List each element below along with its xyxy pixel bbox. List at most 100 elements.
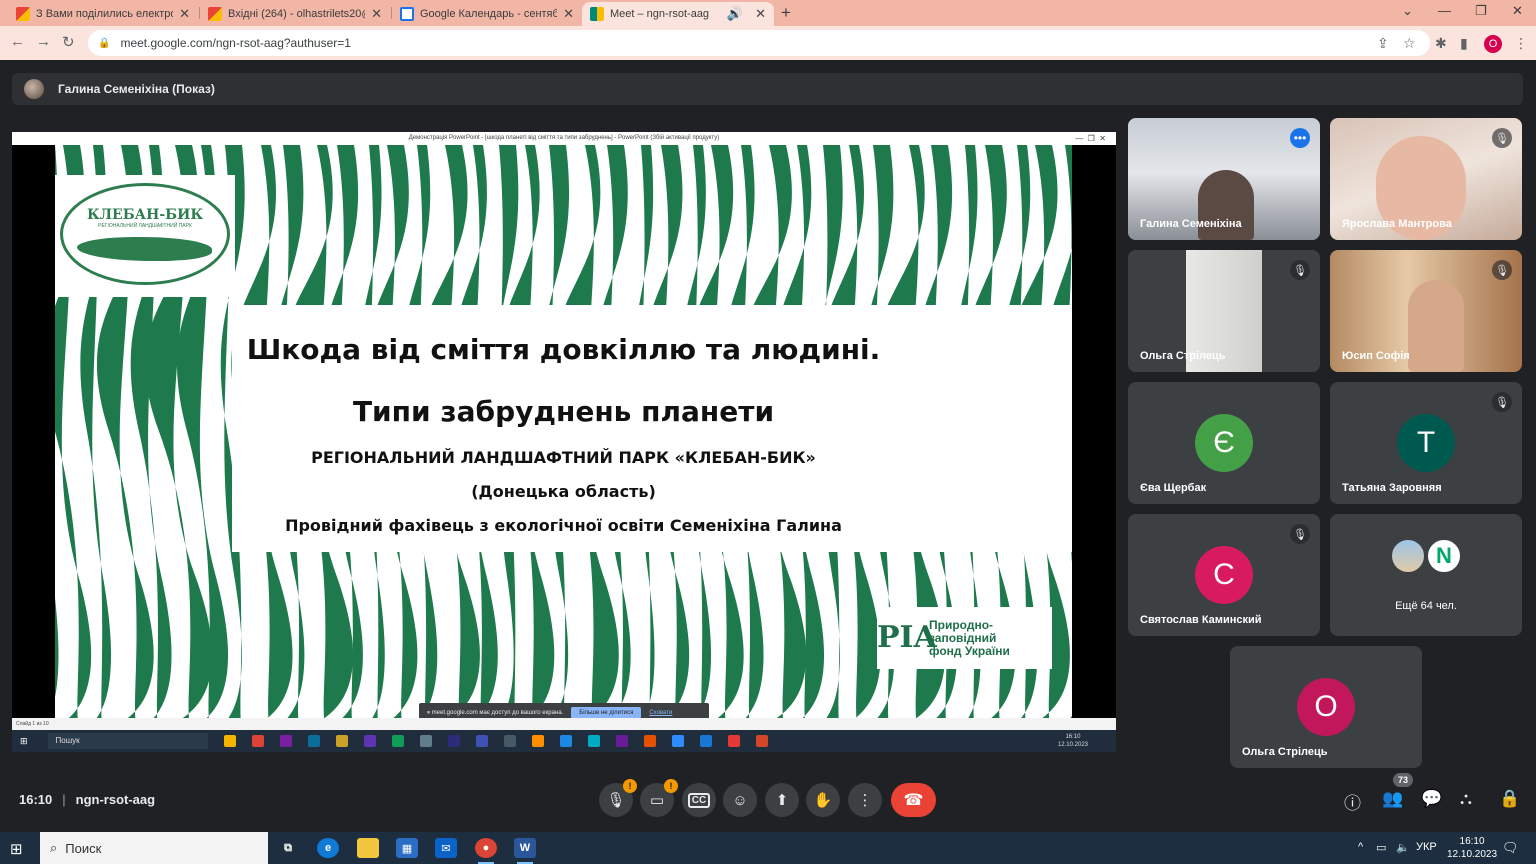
extensions-icon[interactable]: ✱ bbox=[1435, 35, 1447, 52]
chrome-menu-icon[interactable]: ⋮ bbox=[1514, 35, 1528, 52]
others-avatar-photo bbox=[1390, 538, 1426, 574]
chrome-icon[interactable]: ● bbox=[475, 838, 497, 864]
participant-tile[interactable]: ••• Галина Семеніхіна bbox=[1128, 118, 1320, 240]
mail-icon[interactable]: ✉ bbox=[435, 838, 457, 858]
share-icon[interactable]: ⇪ bbox=[1377, 35, 1389, 52]
tray-chevron-icon[interactable]: ^ bbox=[1358, 841, 1363, 853]
park-logo: КЛЕБАН-БИК РЕГІОНАЛЬНИЙ ЛАНДШАФТНИЙ ПАРК bbox=[55, 175, 235, 297]
participants-count-badge: 73 bbox=[1393, 773, 1414, 787]
tab-search-icon[interactable]: ⌄ bbox=[1402, 3, 1413, 19]
restore-button[interactable]: ❐ bbox=[1475, 3, 1487, 19]
shared-premiere-icon bbox=[447, 735, 460, 747]
tab-title: Вхідні (264) - olhastrilets20@gm bbox=[228, 8, 365, 20]
taskbar-clock[interactable]: 16:10 12.10.2023 bbox=[1447, 835, 1497, 861]
shared-clock: 16:10 12.10.2023 bbox=[1058, 733, 1088, 749]
url-text: meet.google.com/ngn-rsot-aag?authuser=1 bbox=[120, 36, 351, 50]
task-view-icon[interactable]: ⧉ bbox=[277, 838, 299, 858]
raise-hand-button[interactable]: ✋ bbox=[806, 783, 840, 817]
taskbar-time: 16:10 bbox=[1459, 836, 1485, 847]
windows-start-icon[interactable]: ⊞ bbox=[10, 840, 23, 858]
hide-notice-link[interactable]: Сховати bbox=[649, 710, 672, 716]
others-tile[interactable]: N Ещё 64 чел. bbox=[1330, 514, 1522, 636]
shared-app-icon bbox=[559, 735, 572, 747]
close-tab-icon[interactable]: ✕ bbox=[563, 6, 574, 22]
close-tab-icon[interactable]: ✕ bbox=[371, 6, 382, 22]
present-screen-button[interactable]: ⬆ bbox=[765, 783, 799, 817]
speaker-icon[interactable]: 🔊 bbox=[727, 6, 743, 22]
shared-screen: Демонстрація PowerPoint - [шкода планеті… bbox=[12, 132, 1116, 752]
mic-off-icon: 🎙 bbox=[1290, 260, 1310, 280]
browser-tab-gmail-inbox[interactable]: Вхідні (264) - olhastrilets20@gm ✕ bbox=[200, 2, 390, 26]
taskbar-search[interactable]: ⌕ Поиск bbox=[40, 832, 268, 864]
logo-oval bbox=[60, 183, 230, 285]
people-icon[interactable]: 👥 bbox=[1382, 789, 1403, 809]
notifications-icon[interactable]: 🗨 bbox=[1502, 840, 1519, 856]
more-options-icon[interactable]: ••• bbox=[1290, 128, 1310, 148]
participant-tile[interactable]: Т 🎙 Татьяна Заровняя bbox=[1330, 382, 1522, 504]
presentation-slide: КЛЕБАН-БИК РЕГІОНАЛЬНИЙ ЛАНДШАФТНИЙ ПАРК… bbox=[55, 145, 1072, 718]
activities-icon[interactable]: ⛬ bbox=[1460, 789, 1472, 809]
participant-tile[interactable]: 🎙 Юсип Софія bbox=[1330, 250, 1522, 372]
calendar-icon bbox=[400, 7, 414, 21]
participant-name: Татьяна Заровняя bbox=[1342, 482, 1442, 494]
leave-call-button[interactable]: ☎ bbox=[891, 783, 936, 817]
shared-app-icon bbox=[503, 735, 516, 747]
captions-button[interactable]: CC bbox=[682, 783, 716, 817]
network-icon[interactable]: ▭ bbox=[1376, 841, 1386, 854]
profile-avatar[interactable]: O bbox=[1484, 35, 1502, 53]
shared-app-icon bbox=[307, 735, 320, 747]
word-icon[interactable]: W bbox=[514, 838, 536, 864]
browser-tab-gmail-shared[interactable]: З Вами поділились електронною ✕ bbox=[8, 2, 198, 26]
microphone-button[interactable]: 🎙 ! bbox=[599, 779, 637, 817]
shared-app-icon bbox=[475, 735, 488, 747]
camera-button[interactable]: ▭ ! bbox=[640, 779, 678, 817]
participant-tile[interactable]: 🎙 Ярослава Мантрова bbox=[1330, 118, 1522, 240]
minimize-button[interactable]: — bbox=[1438, 3, 1451, 18]
participant-tile[interactable]: С 🎙 Святослав Каминский bbox=[1128, 514, 1320, 636]
shared-app-icon bbox=[531, 735, 544, 747]
lock-icon[interactable]: 🔒 bbox=[98, 38, 110, 49]
bookmark-star-icon[interactable]: ☆ bbox=[1403, 35, 1416, 52]
close-tab-icon[interactable]: ✕ bbox=[755, 6, 766, 22]
volume-icon[interactable]: 🔈 bbox=[1396, 841, 1410, 854]
tab-title: Google Календарь - сентябрь 2 bbox=[420, 8, 558, 20]
slide-counter: Слайд 1 из 10 bbox=[16, 721, 49, 727]
more-options-button[interactable]: ⋮ bbox=[848, 783, 882, 817]
powerpoint-window-title: Демонстрація PowerPoint - [шкода планеті… bbox=[408, 135, 720, 141]
participant-name: Єва Щербак bbox=[1140, 482, 1207, 494]
participant-tile[interactable]: Є Єва Щербак bbox=[1128, 382, 1320, 504]
participant-name: Галина Семеніхіна bbox=[1140, 218, 1242, 230]
back-icon[interactable]: ← bbox=[10, 33, 25, 50]
file-explorer-icon[interactable] bbox=[357, 838, 379, 858]
address-bar[interactable]: 🔒 meet.google.com/ngn-rsot-aag?authuser=… bbox=[88, 30, 1430, 56]
meeting-details-icon[interactable]: ⓘ bbox=[1344, 789, 1361, 814]
shared-app-icon bbox=[643, 735, 656, 747]
chat-icon[interactable]: 💬 bbox=[1421, 789, 1442, 809]
reload-icon[interactable]: ↻ bbox=[62, 33, 75, 51]
shared-app-icon bbox=[279, 735, 292, 747]
pzf-text: Природно- заповідний фонд України bbox=[929, 618, 1010, 658]
close-window-button[interactable]: ✕ bbox=[1512, 3, 1523, 19]
store-icon[interactable]: ▦ bbox=[396, 838, 418, 858]
new-tab-button[interactable]: + bbox=[781, 3, 791, 23]
reactions-button[interactable]: ☺ bbox=[723, 783, 757, 817]
browser-tab-calendar[interactable]: Google Календарь - сентябрь 2 ✕ bbox=[392, 2, 582, 26]
browser-tab-meet[interactable]: Meet – ngn-rsot-aag 🔊 ✕ bbox=[582, 2, 774, 26]
shared-search-box: Пошук bbox=[47, 733, 208, 749]
pzf-mark: PIA bbox=[877, 620, 937, 655]
others-count: Ещё 64 чел. bbox=[1395, 600, 1457, 612]
participant-name: Ольга Стрілець bbox=[1140, 350, 1226, 362]
participant-tile[interactable]: 🎙 Ольга Стрілець bbox=[1128, 250, 1320, 372]
forward-icon[interactable]: → bbox=[36, 33, 51, 50]
edge-icon[interactable]: e bbox=[317, 838, 339, 858]
shared-clock-date: 12.10.2023 bbox=[1057, 742, 1088, 748]
language-indicator[interactable]: УКР bbox=[1416, 841, 1437, 853]
side-panel-icon[interactable]: ▮ bbox=[1460, 35, 1468, 52]
search-icon: ⌕ bbox=[50, 840, 58, 855]
participant-tile[interactable]: О Ольга Стрілець bbox=[1230, 646, 1422, 768]
shared-teams-icon bbox=[615, 735, 628, 747]
share-notice-text: meet.google.com має доступ до вашого екр… bbox=[431, 710, 564, 716]
close-tab-icon[interactable]: ✕ bbox=[179, 6, 190, 22]
camera-off-icon: ▭ bbox=[649, 792, 665, 809]
host-controls-icon[interactable]: 🔒 bbox=[1499, 789, 1520, 809]
